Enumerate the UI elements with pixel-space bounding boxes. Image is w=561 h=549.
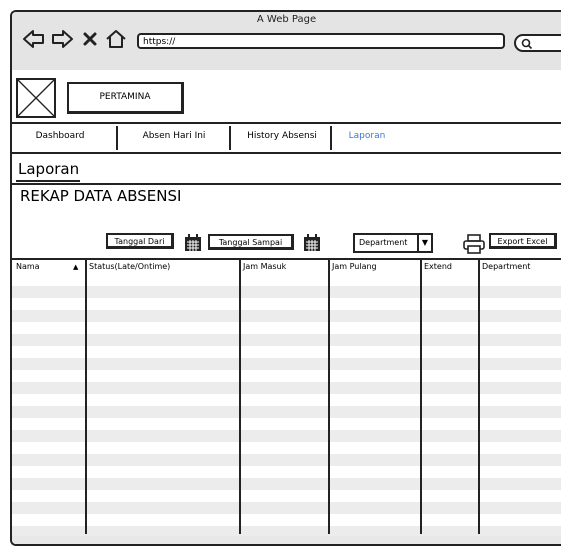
address-url: https:// <box>143 37 176 47</box>
tab-divider <box>330 126 332 150</box>
header-bar: PERTAMINA <box>12 70 561 124</box>
column-header-nama[interactable]: Nama <box>16 262 40 271</box>
report-title: REKAP DATA ABSENSI <box>20 187 182 205</box>
arrow-left-icon[interactable] <box>22 28 46 50</box>
home-icon[interactable] <box>105 28 127 50</box>
column-divider <box>478 260 480 534</box>
tab-dashboard[interactable]: Dashboard <box>14 126 106 148</box>
tab-divider <box>229 126 231 150</box>
column-header-jam-masuk[interactable]: Jam Masuk <box>243 262 286 271</box>
browser-search-field[interactable] <box>514 34 561 52</box>
tab-absen-hari-ini[interactable]: Absen Hari Ini <box>124 126 224 148</box>
search-icon <box>521 38 533 50</box>
column-header-jam-pulang[interactable]: Jam Pulang <box>332 262 377 271</box>
section-divider <box>12 183 561 185</box>
column-divider <box>85 260 87 534</box>
close-icon[interactable] <box>82 28 98 50</box>
column-header-extend[interactable]: Extend <box>424 262 452 271</box>
column-header-status[interactable]: Status(Late/Ontime) <box>89 262 170 271</box>
brand-name[interactable]: PERTAMINA <box>67 82 184 114</box>
column-divider <box>239 260 241 534</box>
address-bar[interactable]: https:// <box>137 33 505 49</box>
nav-tabs: Dashboard Absen Hari Ini History Absensi… <box>12 122 561 154</box>
page-title: Laporan <box>18 160 80 178</box>
chevron-down-icon[interactable]: ▼ <box>417 235 431 251</box>
page-title-underline <box>16 180 80 182</box>
tab-history-absensi[interactable]: History Absensi <box>236 126 328 148</box>
tab-divider <box>116 126 118 150</box>
department-select-value: Department <box>359 238 408 247</box>
date-from-button[interactable]: Tanggal Dari <box>106 233 174 249</box>
column-divider <box>420 260 422 534</box>
column-divider <box>328 260 330 534</box>
window-title: A Web Page <box>256 14 317 25</box>
export-excel-button[interactable]: Export Excel <box>489 233 557 249</box>
date-to-button[interactable]: Tanggal Sampai <box>208 234 294 250</box>
arrow-right-icon[interactable] <box>50 28 74 50</box>
department-select[interactable]: Department ▼ <box>353 233 433 253</box>
browser-window: A Web Page https:// PERTAMINA Dashboard … <box>10 10 561 546</box>
table-footer <box>12 536 561 544</box>
sort-ascending-icon[interactable]: ▲ <box>73 263 78 271</box>
printer-icon[interactable] <box>463 234 485 254</box>
calendar-icon[interactable] <box>303 234 321 252</box>
calendar-icon[interactable] <box>184 234 202 252</box>
column-header-department[interactable]: Department <box>482 262 530 271</box>
tab-laporan[interactable]: Laporan <box>336 126 398 148</box>
report-table: Nama ▲ Status(Late/Ontime) Jam Masuk Jam… <box>12 258 561 538</box>
browser-titlebar: A Web Page https:// <box>12 12 561 72</box>
logo-image <box>16 78 56 118</box>
